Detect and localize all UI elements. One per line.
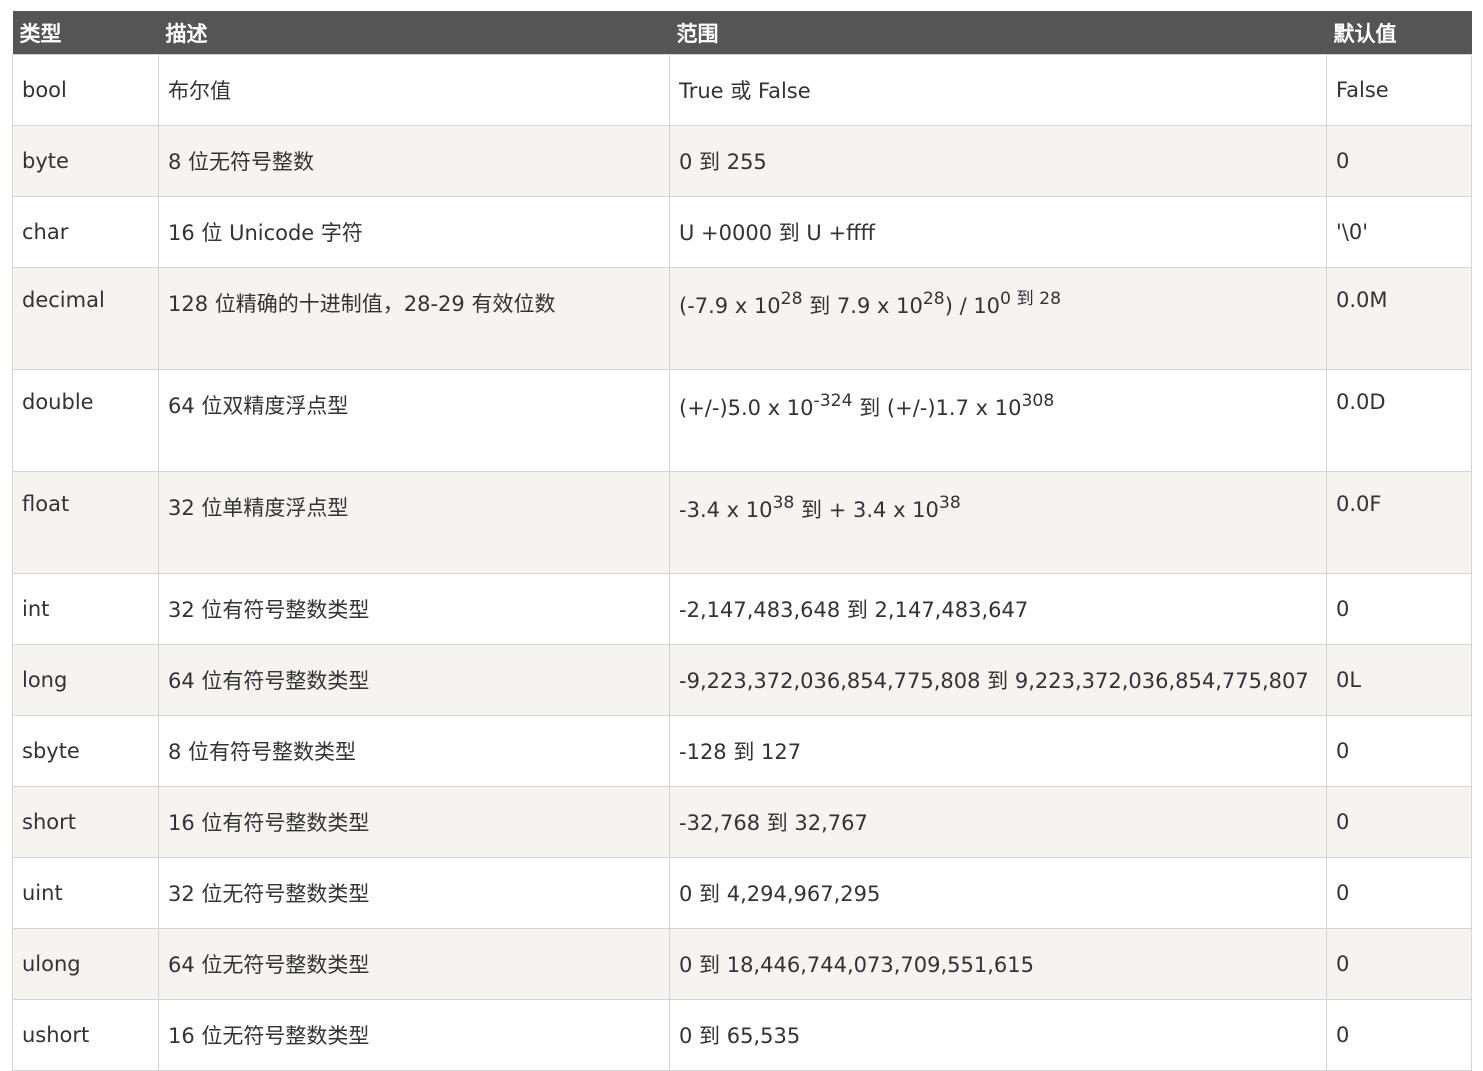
cell-default: 0: [1326, 125, 1472, 197]
cell-description: 8 位有符号整数类型: [158, 715, 670, 787]
cell-type: bool: [12, 54, 159, 126]
table-row: int 32 位有符号整数类型 -2,147,483,648 到 2,147,4…: [12, 573, 1472, 645]
table-row: ulong 64 位无符号整数类型 0 到 18,446,744,073,709…: [12, 928, 1472, 1000]
table-row: short 16 位有符号整数类型 -32,768 到 32,767 0: [12, 786, 1472, 858]
range-exponent: 28: [780, 288, 803, 309]
cell-description: 布尔值: [158, 54, 670, 126]
cell-default: False: [1326, 54, 1472, 126]
cell-default: 0: [1326, 786, 1472, 858]
range-exponent: 38: [772, 492, 795, 513]
header-default-value: 默认值: [1326, 11, 1472, 55]
cell-type: byte: [12, 125, 159, 197]
cell-range: -2,147,483,648 到 2,147,483,647: [669, 573, 1327, 645]
cell-description: 64 位双精度浮点型: [158, 369, 670, 472]
cell-default: '\0': [1326, 196, 1472, 268]
cell-description: 32 位单精度浮点型: [158, 471, 670, 574]
range-exponent: 0 到 28: [1000, 288, 1062, 309]
cell-default: 0: [1326, 573, 1472, 645]
range-text: -3.4 x 10: [679, 498, 773, 522]
cell-description: 16 位有符号整数类型: [158, 786, 670, 858]
cell-default: 0.0M: [1326, 267, 1472, 370]
table-row: ushort 16 位无符号整数类型 0 到 65,535 0: [12, 999, 1472, 1071]
cell-description: 64 位无符号整数类型: [158, 928, 670, 1000]
cell-default: 0L: [1326, 644, 1472, 716]
cell-range: -128 到 127: [669, 715, 1327, 787]
range-text: (+/-)5.0 x 10: [679, 396, 814, 420]
cell-range: True 或 False: [669, 54, 1327, 126]
range-text: 到 (+/-)1.7 x 10: [852, 396, 1022, 420]
range-text: ) / 10: [944, 294, 1001, 318]
range-text: 到 7.9 x 10: [802, 294, 923, 318]
cell-description: 16 位 Unicode 字符: [158, 196, 670, 268]
cell-range: 0 到 255: [669, 125, 1327, 197]
cell-default: 0: [1326, 857, 1472, 929]
cell-description: 8 位无符号整数: [158, 125, 670, 197]
cell-range: U +0000 到 U +ffff: [669, 196, 1327, 268]
range-exponent: 308: [1021, 390, 1055, 411]
cell-range: 0 到 65,535: [669, 999, 1327, 1071]
cell-range: (+/-)5.0 x 10-324 到 (+/-)1.7 x 10308: [669, 369, 1327, 472]
table-row: char 16 位 Unicode 字符 U +0000 到 U +ffff '…: [12, 196, 1472, 268]
header-range: 范围: [669, 11, 1327, 55]
cell-range: -9,223,372,036,854,775,808 到 9,223,372,0…: [669, 644, 1327, 716]
cell-type: long: [12, 644, 159, 716]
table-row: bool 布尔值 True 或 False False: [12, 54, 1472, 126]
header-row: 类型 描述 范围 默认值: [12, 11, 1472, 55]
table-row: byte 8 位无符号整数 0 到 255 0: [12, 125, 1472, 197]
data-types-table-container: 类型 描述 范围 默认值 bool 布尔值 True 或 False False…: [12, 11, 1472, 1071]
range-exponent: -324: [813, 390, 853, 411]
cell-range: -32,768 到 32,767: [669, 786, 1327, 858]
table-row: long 64 位有符号整数类型 -9,223,372,036,854,775,…: [12, 644, 1472, 716]
cell-default: 0: [1326, 928, 1472, 1000]
table-row: sbyte 8 位有符号整数类型 -128 到 127 0: [12, 715, 1472, 787]
cell-default: 0: [1326, 715, 1472, 787]
cell-type: double: [12, 369, 159, 472]
cell-type: uint: [12, 857, 159, 929]
table-row: float 32 位单精度浮点型 -3.4 x 1038 到 + 3.4 x 1…: [12, 471, 1472, 574]
cell-type: short: [12, 786, 159, 858]
data-types-table: 类型 描述 范围 默认值 bool 布尔值 True 或 False False…: [12, 11, 1472, 1071]
range-exponent: 28: [922, 288, 945, 309]
cell-range: (-7.9 x 1028 到 7.9 x 1028) / 100 到 28: [669, 267, 1327, 370]
header-description: 描述: [158, 11, 670, 55]
table-row: decimal 128 位精确的十进制值，28-29 有效位数 (-7.9 x …: [12, 267, 1472, 370]
cell-type: ulong: [12, 928, 159, 1000]
cell-description: 128 位精确的十进制值，28-29 有效位数: [158, 267, 670, 370]
cell-type: char: [12, 196, 159, 268]
range-text: 到 + 3.4 x 10: [794, 498, 939, 522]
range-text: (-7.9 x 10: [679, 294, 781, 318]
cell-type: ushort: [12, 999, 159, 1071]
cell-type: float: [12, 471, 159, 574]
cell-default: 0.0F: [1326, 471, 1472, 574]
cell-description: 32 位无符号整数类型: [158, 857, 670, 929]
cell-default: 0: [1326, 999, 1472, 1071]
table-row: double 64 位双精度浮点型 (+/-)5.0 x 10-324 到 (+…: [12, 369, 1472, 472]
cell-description: 64 位有符号整数类型: [158, 644, 670, 716]
cell-type: sbyte: [12, 715, 159, 787]
cell-range: -3.4 x 1038 到 + 3.4 x 1038: [669, 471, 1327, 574]
cell-default: 0.0D: [1326, 369, 1472, 472]
range-exponent: 38: [938, 492, 961, 513]
cell-description: 16 位无符号整数类型: [158, 999, 670, 1071]
cell-type: int: [12, 573, 159, 645]
table-row: uint 32 位无符号整数类型 0 到 4,294,967,295 0: [12, 857, 1472, 929]
table-header: 类型 描述 范围 默认值: [12, 11, 1472, 55]
cell-range: 0 到 18,446,744,073,709,551,615: [669, 928, 1327, 1000]
cell-range: 0 到 4,294,967,295: [669, 857, 1327, 929]
header-type: 类型: [12, 11, 159, 55]
table-body: bool 布尔值 True 或 False False byte 8 位无符号整…: [12, 54, 1472, 1071]
cell-description: 32 位有符号整数类型: [158, 573, 670, 645]
cell-type: decimal: [12, 267, 159, 370]
